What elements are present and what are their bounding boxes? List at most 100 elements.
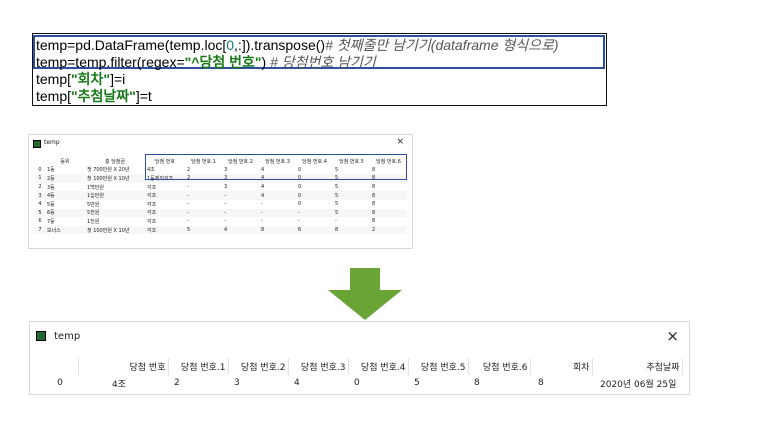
code-line-3: temp["회차"]=i (36, 71, 125, 88)
column-header[interactable] (35, 157, 45, 166)
table-cell: - (224, 218, 226, 225)
close-icon[interactable]: × (666, 327, 679, 345)
table-row[interactable]: 6 7등 1천원 각조 - - - - - 8 (35, 217, 407, 226)
app-icon (36, 331, 46, 341)
table-cell: 4조 (112, 379, 127, 390)
table-cell: 1등 (47, 167, 55, 174)
table-cell: 8 (370, 191, 407, 200)
table-header-row: 당첨 번호 당첨 번호.1 당첨 번호.2 당첨 번호.3 당첨 번호.4 당첨… (42, 358, 683, 375)
table-cell: 각조 (145, 191, 185, 200)
table-cell: 보너스 (45, 225, 85, 235)
code-text: temp=pd.DataFrame(temp.loc[ (36, 37, 227, 53)
table-cell: - (335, 218, 337, 225)
code-comment: # 첫째줄만 남기기(dataframe 형식으로) (325, 37, 559, 53)
dataframe-table: 당첨 번호 당첨 번호.1 당첨 번호.2 당첨 번호.3 당첨 번호.4 당첨… (42, 358, 683, 391)
table-cell: - (185, 208, 222, 218)
table-cell: 2020년 06월 25일 (600, 379, 677, 390)
table-row[interactable]: 4 5등 5만원 각조 - - - 0 5 8 (35, 200, 407, 209)
column-header[interactable]: 당첨 번호.2 (228, 358, 289, 375)
window-titlebar: temp × (30, 322, 689, 352)
column-header[interactable]: 추첨날짜 (592, 358, 683, 375)
app-icon (33, 140, 41, 148)
table-cell: 4등 (45, 191, 85, 200)
table-cell: 4 (259, 191, 296, 200)
table-cell: - (185, 191, 222, 200)
table-cell: - (298, 218, 300, 225)
table-cell: 0 (296, 191, 333, 200)
row-index: 0 (38, 166, 42, 173)
column-header[interactable]: 당첨 번호.6 (468, 358, 531, 375)
column-header[interactable]: 당첨 번호 (78, 358, 169, 375)
dataframe-window-before: temp × 등위 총 당첨금 당첨 번호 당첨 번호.1 당첨 번호.2 당첨… (29, 135, 412, 248)
table-row[interactable]: 7 보너스 첫 100만원 X 10년 각조 5 4 8 6 8 2 (35, 225, 407, 235)
table-cell: 각조 (145, 208, 185, 218)
table-cell: 8 (538, 378, 544, 388)
table-cell: - (187, 218, 189, 225)
table-cell: 4 (294, 378, 300, 388)
code-text: temp[ (36, 88, 72, 104)
column-header[interactable]: 총 당첨금 (85, 157, 145, 166)
code-comment: # 당첨번호 남기기 (270, 54, 376, 70)
table-cell: 각조 (147, 218, 157, 225)
table-cell: 5 (335, 201, 339, 208)
table-cell: 8 (372, 201, 376, 208)
close-icon[interactable]: × (396, 137, 404, 147)
code-text: temp[ (36, 71, 72, 87)
column-header[interactable]: 등위 (45, 157, 85, 166)
table-cell: - (222, 208, 259, 218)
table-cell: 5만원 (87, 201, 100, 208)
code-line-4: temp["추첨날짜"]=t (36, 88, 152, 105)
table-cell: 5천원 (85, 208, 145, 218)
table-cell: 3 (234, 378, 240, 388)
table-cell: 8 (474, 378, 480, 388)
code-number: 0 (226, 37, 235, 53)
column-header[interactable]: 당첨 번호.4 (348, 358, 409, 375)
code-line-1: temp=pd.DataFrame(temp.loc[0,:]).transpo… (36, 37, 559, 54)
table-cell: 첫 100만원 X 10년 (85, 225, 145, 235)
table-row[interactable]: 5 6등 5천원 각조 - - - -5 8 (35, 208, 407, 218)
table-cell: 2 (370, 225, 407, 235)
table-cell: 5 (333, 191, 370, 200)
table-cell: 1백만원 (87, 184, 104, 191)
table-cell: - (296, 208, 333, 218)
column-header[interactable]: 당첨 번호.5 (408, 358, 469, 375)
table-cell: 1십만원 (85, 191, 145, 200)
table-cell: 4 (222, 225, 259, 235)
table-cell: - (259, 208, 296, 218)
table-cell: 0 (298, 201, 302, 208)
columns-highlight-box (145, 154, 407, 180)
table-cell: 2 (174, 378, 180, 388)
table-cell: 각조 (147, 184, 157, 191)
table-cell: - (187, 201, 189, 208)
column-header[interactable]: 당첨 번호.1 (168, 358, 229, 375)
table-row[interactable]: 3 4등 1십만원 각조 - -4 0 5 8 (35, 191, 407, 200)
row-index: 5 (35, 208, 45, 218)
column-header[interactable] (42, 358, 79, 375)
row-index: 4 (38, 201, 42, 208)
code-line-2: temp=temp.filter(regex="^당첨 번호") # 당첨번호 … (36, 54, 376, 71)
table-cell: - (187, 184, 189, 191)
table-cell: 각조 (147, 201, 157, 208)
column-header[interactable]: 당첨 번호.3 (288, 358, 349, 375)
code-text: ]=i (110, 71, 126, 87)
table-cell: 5등 (47, 201, 55, 208)
code-string: "^당첨 번호" (184, 54, 262, 70)
code-string: "추첨날짜" (71, 88, 136, 104)
column-header[interactable]: 회차 (530, 358, 593, 375)
table-cell: 3등 (47, 184, 55, 191)
table-cell: 첫 700만원 X 20년 (87, 167, 130, 174)
window-titlebar: temp × (29, 135, 412, 153)
row-index: 2 (38, 184, 42, 191)
table-cell: 5 (414, 378, 420, 388)
table-cell: 8 (372, 218, 376, 225)
table-row[interactable]: 0 4조 2 3 4 0 5 8 8 2020년 06월 25일 (42, 375, 682, 391)
code-text: ,:]).transpose() (234, 37, 326, 53)
arrow-down-icon (328, 268, 402, 320)
table-cell: 7등 (47, 218, 55, 225)
table-row[interactable]: 2 3등 1백만원 각조 - 3 4 0 5 8 (35, 183, 407, 192)
table-cell: 4 (261, 184, 265, 191)
table-cell: 첫 100만원 X 10년 (85, 174, 145, 183)
table-cell: 8 (333, 225, 370, 235)
table-cell: 5 (333, 208, 370, 218)
row-index: 6 (38, 218, 42, 225)
